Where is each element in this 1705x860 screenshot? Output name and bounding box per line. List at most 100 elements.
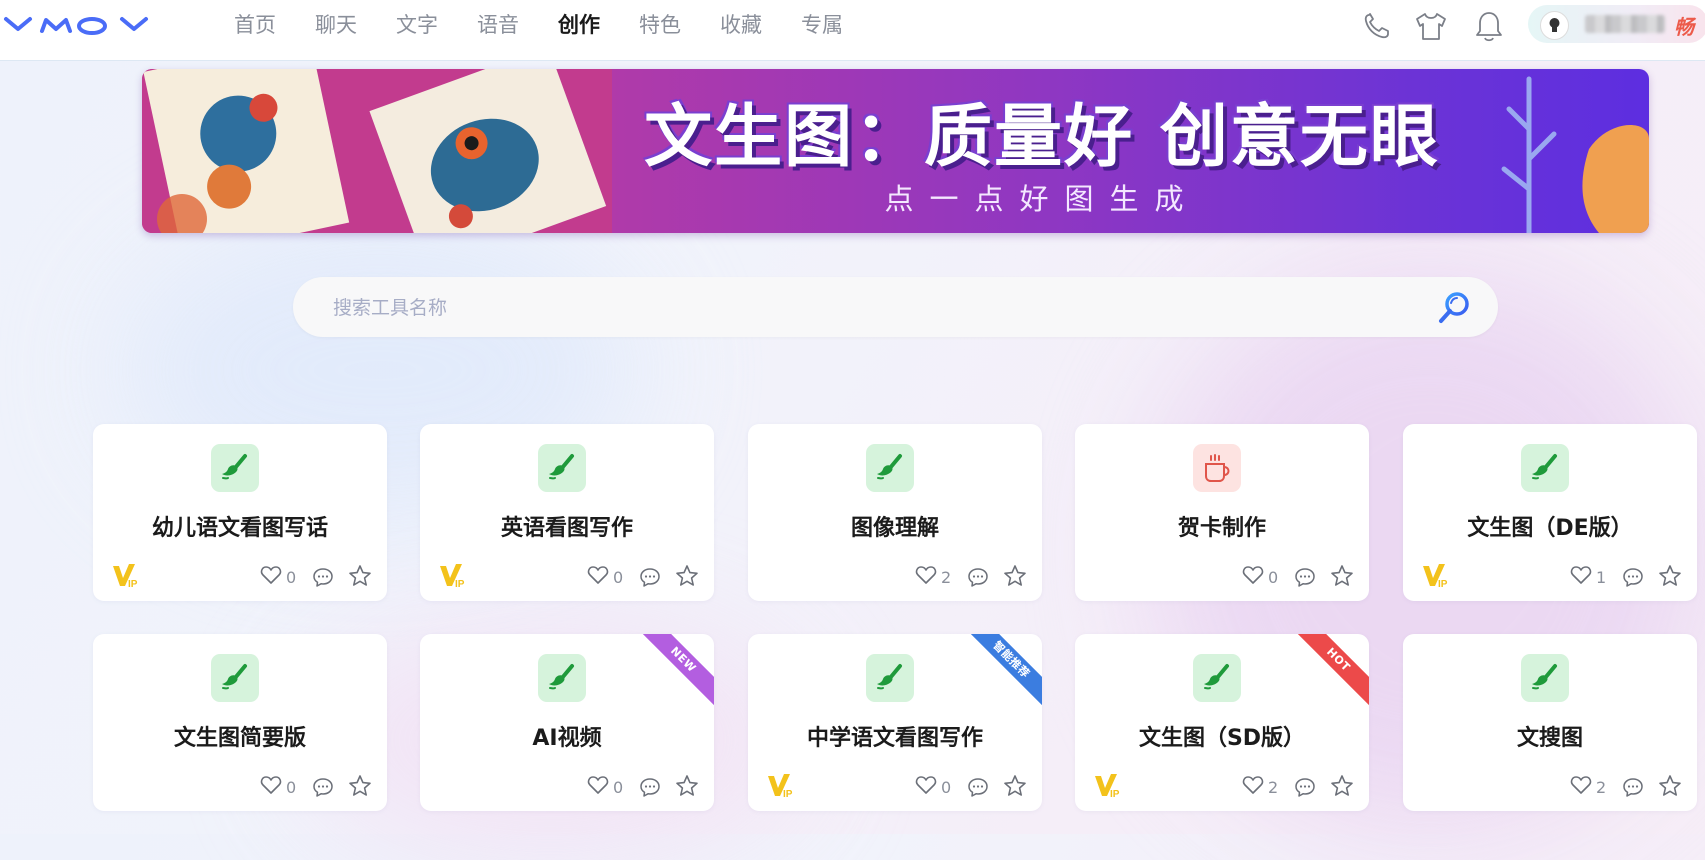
comment-icon[interactable] [1622,776,1644,798]
cup-icon [1193,444,1241,492]
heart-icon [1570,776,1592,794]
card-title: 图像理解 [850,516,939,541]
nav-featured[interactable]: 特色 [639,0,720,52]
like-button[interactable]: 0 [260,564,300,588]
like-count: 0 [286,568,297,587]
card-ribbon-badge: NEW [632,634,714,711]
comment-icon[interactable] [312,566,334,588]
tool-card[interactable]: 中学语文看图写作 IP 0 智能推荐 [748,634,1042,811]
card-ribbon-badge: HOT [1287,634,1369,711]
svg-text:IP: IP [455,579,465,588]
tool-card-grid: 幼儿语文看图写话 IP 0 英语看图写作 IP 0 图像理解 2 贺卡制作 0 文生图（DE版） IP… [93,424,1705,834]
like-count: 0 [286,778,297,797]
like-button[interactable]: 2 [1570,774,1610,798]
brush-icon [1193,654,1241,702]
comment-icon[interactable] [1622,566,1644,588]
like-count: 1 [1596,568,1607,587]
tool-card[interactable]: 文生图简要版 0 [93,634,387,811]
tool-card[interactable]: 文生图（DE版） IP 1 [1403,424,1697,601]
like-button[interactable]: 2 [1242,774,1282,798]
heart-icon [587,776,609,794]
comment-icon[interactable] [967,776,989,798]
star-icon[interactable] [1330,774,1354,798]
vip-icon: IP [1423,564,1448,588]
comment-icon[interactable] [1294,776,1316,798]
star-icon[interactable] [675,564,699,588]
card-ribbon-badge: 智能推荐 [960,634,1042,711]
nav-home[interactable]: 首页 [234,0,315,52]
ymoy-logo[interactable] [2,11,157,39]
heart-icon [260,776,282,794]
tool-card[interactable]: 贺卡制作 0 [1075,424,1369,601]
tool-search-bar [293,277,1498,337]
heart-icon [915,566,937,584]
star-icon[interactable] [1658,774,1682,798]
comment-icon[interactable] [639,776,661,798]
brush-icon [1521,654,1569,702]
tool-card[interactable]: 文搜图 2 [1403,634,1697,811]
like-button[interactable]: 0 [1242,564,1282,588]
banner-subtitle: 点一点好图生成 [884,182,1200,216]
promo-banner[interactable]: 文生图：质量好 创意无眼 点一点好图生成 [142,69,1649,233]
brush-icon [1521,444,1569,492]
phone-icon[interactable] [1359,9,1395,43]
coral-decoration [1501,76,1649,233]
like-button[interactable]: 0 [587,564,627,588]
like-count: 0 [941,778,952,797]
tool-card[interactable]: 图像理解 2 [748,424,1042,601]
star-icon[interactable] [1658,564,1682,588]
svg-text:IP: IP [783,789,793,798]
top-header: 首页 聊天 文字 语音 创作 特色 收藏 专属 畅 [0,0,1705,61]
nav-exclusive[interactable]: 专属 [801,0,882,52]
heart-icon [1570,566,1592,584]
star-icon[interactable] [1003,774,1027,798]
svg-text:IP: IP [1438,579,1448,588]
avatar[interactable] [1540,11,1569,40]
bell-icon[interactable] [1471,9,1507,43]
like-button[interactable]: 0 [587,774,627,798]
nav-chat[interactable]: 聊天 [315,0,396,52]
tool-card[interactable]: 幼儿语文看图写话 IP 0 [93,424,387,601]
like-button[interactable]: 0 [260,774,300,798]
like-count: 0 [613,568,624,587]
star-icon[interactable] [348,564,372,588]
svg-text:IP: IP [1110,789,1120,798]
vip-icon: IP [768,774,793,798]
star-icon[interactable] [675,774,699,798]
comment-icon[interactable] [967,566,989,588]
nav-voice[interactable]: 语音 [477,0,558,52]
shirt-icon[interactable] [1413,9,1449,43]
star-icon[interactable] [1330,564,1354,588]
like-button[interactable]: 0 [915,774,955,798]
user-profile-pill[interactable]: 畅 [1528,5,1705,43]
nav-create[interactable]: 创作 [558,0,639,52]
like-count: 0 [613,778,624,797]
card-title: 中学语文看图写作 [806,726,983,751]
card-title: AI视频 [532,726,602,751]
star-icon[interactable] [348,774,372,798]
heart-icon [915,776,937,794]
nav-favorites[interactable]: 收藏 [720,0,801,52]
vip-icon: IP [113,564,138,588]
search-icon[interactable] [1436,290,1472,326]
heart-icon [587,566,609,584]
nav-text[interactable]: 文字 [396,0,477,52]
star-icon[interactable] [1003,564,1027,588]
like-button[interactable]: 2 [915,564,955,588]
tool-card[interactable]: 英语看图写作 IP 0 [420,424,714,601]
tool-card[interactable]: AI视频 0 NEW [420,634,714,811]
brush-icon [211,654,259,702]
main-nav: 首页 聊天 文字 语音 创作 特色 收藏 专属 [234,0,882,52]
card-title: 文生图简要版 [173,726,306,751]
tool-card[interactable]: 文生图（SD版） IP 2 HOT [1075,634,1369,811]
comment-icon[interactable] [639,566,661,588]
username-redacted [1585,15,1665,33]
comment-icon[interactable] [1294,566,1316,588]
comment-icon[interactable] [312,776,334,798]
brush-icon [211,444,259,492]
card-title: 文搜图 [1516,726,1583,751]
card-title: 幼儿语文看图写话 [151,516,328,541]
search-input[interactable] [331,289,1395,327]
like-count: 2 [1596,778,1607,797]
like-button[interactable]: 1 [1570,564,1610,588]
